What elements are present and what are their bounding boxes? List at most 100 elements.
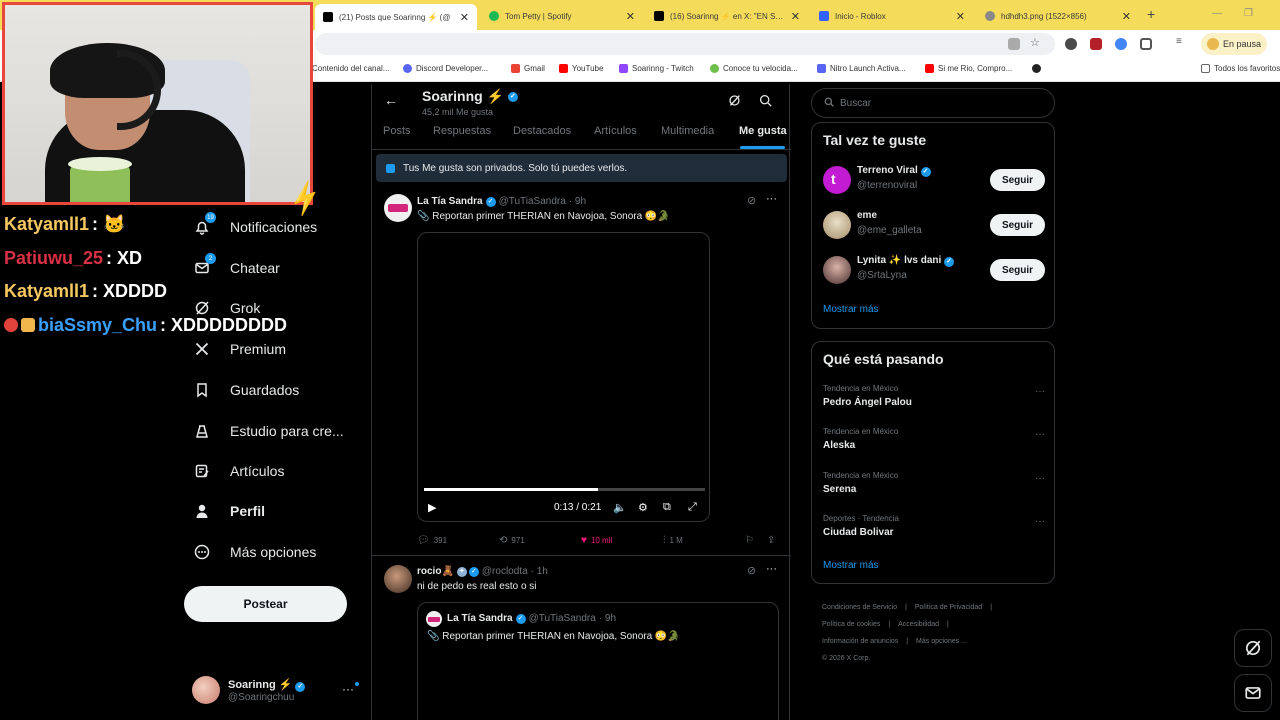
browser-tab-roblox[interactable]: Inicio - Roblox ✕ bbox=[811, 4, 973, 28]
trend-item[interactable]: Tendencia en México Pedro Ángel Palou ··… bbox=[823, 384, 1045, 418]
post[interactable]: rocio🧸 ✦ ✓ @roclodta · 1h ⊘ ··· ni de pe… bbox=[372, 556, 791, 720]
more-icon[interactable]: ··· bbox=[1035, 473, 1045, 484]
footer-link[interactable]: Información de anuncios bbox=[822, 638, 898, 645]
picture-in-picture-icon[interactable]: ⧉ bbox=[663, 501, 671, 514]
like-button[interactable]: ♥ 10 mil bbox=[581, 535, 612, 546]
post-author[interactable]: La Tía Sandra bbox=[417, 196, 483, 207]
show-more-link[interactable]: Mostrar más bbox=[823, 560, 879, 571]
nav-item-profile[interactable]: Perfil bbox=[193, 502, 265, 520]
tab-likes[interactable]: Me gusta bbox=[739, 125, 787, 137]
bookmark-item[interactable]: Conoce tu velocida... bbox=[710, 64, 798, 73]
close-icon[interactable]: ✕ bbox=[956, 10, 965, 23]
fullscreen-icon[interactable]: ⤢ bbox=[688, 501, 697, 514]
trend-item[interactable]: Tendencia en México Serena ··· bbox=[823, 471, 1045, 505]
nav-item-premium[interactable]: Premium bbox=[193, 340, 286, 358]
more-icon[interactable]: ··· bbox=[342, 682, 354, 696]
trend-item[interactable]: Deportes · Tendencia Ciudad Bolivar ··· bbox=[823, 514, 1045, 548]
browser-tab-x-likes[interactable]: (21) Posts que Soarinng ⚡ (@ ✕ bbox=[315, 4, 477, 30]
more-icon[interactable]: ··· bbox=[1035, 429, 1045, 440]
messages-float-button[interactable] bbox=[1234, 674, 1272, 712]
search-icon[interactable] bbox=[759, 94, 772, 110]
bookmark-item[interactable]: Gmail bbox=[511, 64, 545, 73]
nav-item-more[interactable]: Más opciones bbox=[193, 543, 316, 561]
suggested-account[interactable]: Lynita ✨ lvs dani ✓ @SrtaLyna Seguir bbox=[823, 253, 1045, 287]
close-icon[interactable]: ✕ bbox=[626, 10, 635, 23]
tab-replies[interactable]: Respuestas bbox=[433, 125, 491, 137]
post-button[interactable]: Postear bbox=[184, 586, 347, 622]
back-arrow-icon[interactable]: ← bbox=[384, 92, 398, 108]
more-icon[interactable]: ··· bbox=[1035, 516, 1045, 527]
grok-icon[interactable]: ⊘ bbox=[747, 564, 756, 577]
bookmark-item[interactable] bbox=[1032, 64, 1045, 73]
follow-button[interactable]: Seguir bbox=[990, 169, 1045, 191]
tab-posts[interactable]: Posts bbox=[383, 125, 411, 137]
extension-icon[interactable] bbox=[1065, 38, 1077, 50]
volume-icon[interactable]: 🔈 bbox=[613, 501, 627, 514]
browser-tab-image[interactable]: hdhdh3.png (1522×856) ✕ bbox=[977, 4, 1139, 28]
play-icon[interactable]: ▶ bbox=[428, 501, 436, 514]
star-icon[interactable]: ☆ bbox=[1030, 36, 1042, 49]
close-icon[interactable]: ✕ bbox=[791, 10, 800, 23]
tab-highlights[interactable]: Destacados bbox=[513, 125, 571, 137]
video-player[interactable]: ▶ 0:13 / 0:21 🔈 ⚙ ⧉ ⤢ bbox=[417, 232, 710, 522]
close-icon[interactable]: ✕ bbox=[1122, 10, 1131, 23]
omnibox[interactable] bbox=[315, 33, 1055, 55]
more-icon[interactable]: ··· bbox=[766, 193, 777, 205]
all-bookmarks[interactable]: Todos los favoritos bbox=[1201, 64, 1280, 73]
views-button[interactable]: ⫶ 1 M bbox=[663, 535, 683, 546]
footer-link[interactable]: Política de Privacidad bbox=[915, 604, 982, 611]
show-more-link[interactable]: Mostrar más bbox=[823, 304, 879, 315]
nav-item-creator-studio[interactable]: Estudio para cre... bbox=[193, 422, 344, 440]
nav-item-bookmarks[interactable]: Guardados bbox=[193, 381, 299, 399]
extension-icon[interactable] bbox=[1090, 38, 1102, 50]
footer-link[interactable]: Accesibilidad bbox=[898, 621, 939, 628]
bookmark-item[interactable]: Nitro Launch Activa... bbox=[817, 64, 906, 73]
follow-button[interactable]: Seguir bbox=[990, 214, 1045, 236]
install-app-icon[interactable] bbox=[1008, 38, 1020, 50]
post-author[interactable]: rocio🧸 bbox=[417, 566, 454, 577]
tab-articles[interactable]: Artículos bbox=[594, 125, 637, 137]
extension-icon[interactable] bbox=[1115, 38, 1127, 50]
more-icon[interactable]: ··· bbox=[766, 563, 777, 575]
reply-button[interactable]: 💬︎ 391 bbox=[417, 535, 447, 546]
account-switcher[interactable]: Soarinng ⚡ ✓ @Soaringchuu ··· bbox=[192, 674, 362, 706]
bookmark-item[interactable]: Discord Developer... bbox=[403, 64, 488, 73]
nav-item-notifications[interactable]: 19 Notificaciones bbox=[193, 212, 317, 236]
grok-float-button[interactable] bbox=[1234, 629, 1272, 667]
bookmark-item[interactable]: Si me Rio, Compro... bbox=[925, 64, 1012, 73]
quoted-post[interactable]: La Tía Sandra ✓ @TuTiaSandra · 9h 📎 Repo… bbox=[417, 602, 779, 720]
close-icon[interactable]: ✕ bbox=[460, 11, 469, 24]
grok-icon[interactable] bbox=[728, 94, 741, 110]
bookmark-item[interactable]: YouTube bbox=[559, 64, 603, 73]
restore-icon[interactable]: ❐ bbox=[1244, 8, 1253, 19]
media-control-icon[interactable]: ≡ bbox=[1176, 36, 1188, 48]
share-button[interactable]: ⇪ bbox=[767, 535, 779, 546]
avatar bbox=[823, 211, 851, 239]
browser-tab-spotify[interactable]: Tom Petty | Spotify ✕ bbox=[481, 4, 643, 28]
post[interactable]: La Tía Sandra ✓ @TuTiaSandra · 9h ⊘ ··· … bbox=[372, 186, 791, 556]
bookmark-item[interactable]: Contenido del canal... bbox=[312, 64, 389, 73]
profile-paused-button[interactable]: En pausa bbox=[1201, 33, 1267, 55]
browser-tab-x-post[interactable]: (16) Soarinng ⚡ en X: "EN STR ✕ bbox=[646, 4, 808, 28]
search-input[interactable]: Buscar bbox=[811, 88, 1055, 118]
new-tab-button[interactable]: + bbox=[1147, 6, 1155, 22]
footer-link[interactable]: Política de cookies bbox=[822, 621, 880, 628]
settings-icon[interactable]: ⚙ bbox=[638, 501, 648, 514]
footer-link[interactable]: Condiciones de Servicio bbox=[822, 604, 897, 611]
follow-button[interactable]: Seguir bbox=[990, 259, 1045, 281]
tab-media[interactable]: Multimedia bbox=[661, 125, 714, 137]
footer-link[interactable]: Más opciones ... bbox=[916, 638, 967, 645]
suggested-account[interactable]: eme @eme_galleta Seguir bbox=[823, 208, 1045, 242]
trend-item[interactable]: Tendencia en México Aleska ··· bbox=[823, 427, 1045, 461]
bookmark-button[interactable]: ⚐ bbox=[745, 535, 758, 546]
nav-item-articles[interactable]: Artículos bbox=[193, 462, 284, 480]
grok-icon[interactable]: ⊘ bbox=[747, 194, 756, 207]
repost-button[interactable]: ⟲ 971 bbox=[499, 535, 525, 546]
nav-item-chat[interactable]: 2 Chatear bbox=[193, 253, 280, 277]
puzzle-icon[interactable] bbox=[1140, 38, 1152, 50]
suggested-account[interactable]: t Terreno Viral ✓ @terrenoviral Seguir bbox=[823, 163, 1045, 197]
minimize-icon[interactable]: — bbox=[1212, 8, 1222, 19]
more-icon[interactable]: ··· bbox=[1035, 386, 1045, 397]
video-progress[interactable] bbox=[424, 488, 705, 491]
bookmark-item[interactable]: Soarinng - Twitch bbox=[619, 64, 694, 73]
